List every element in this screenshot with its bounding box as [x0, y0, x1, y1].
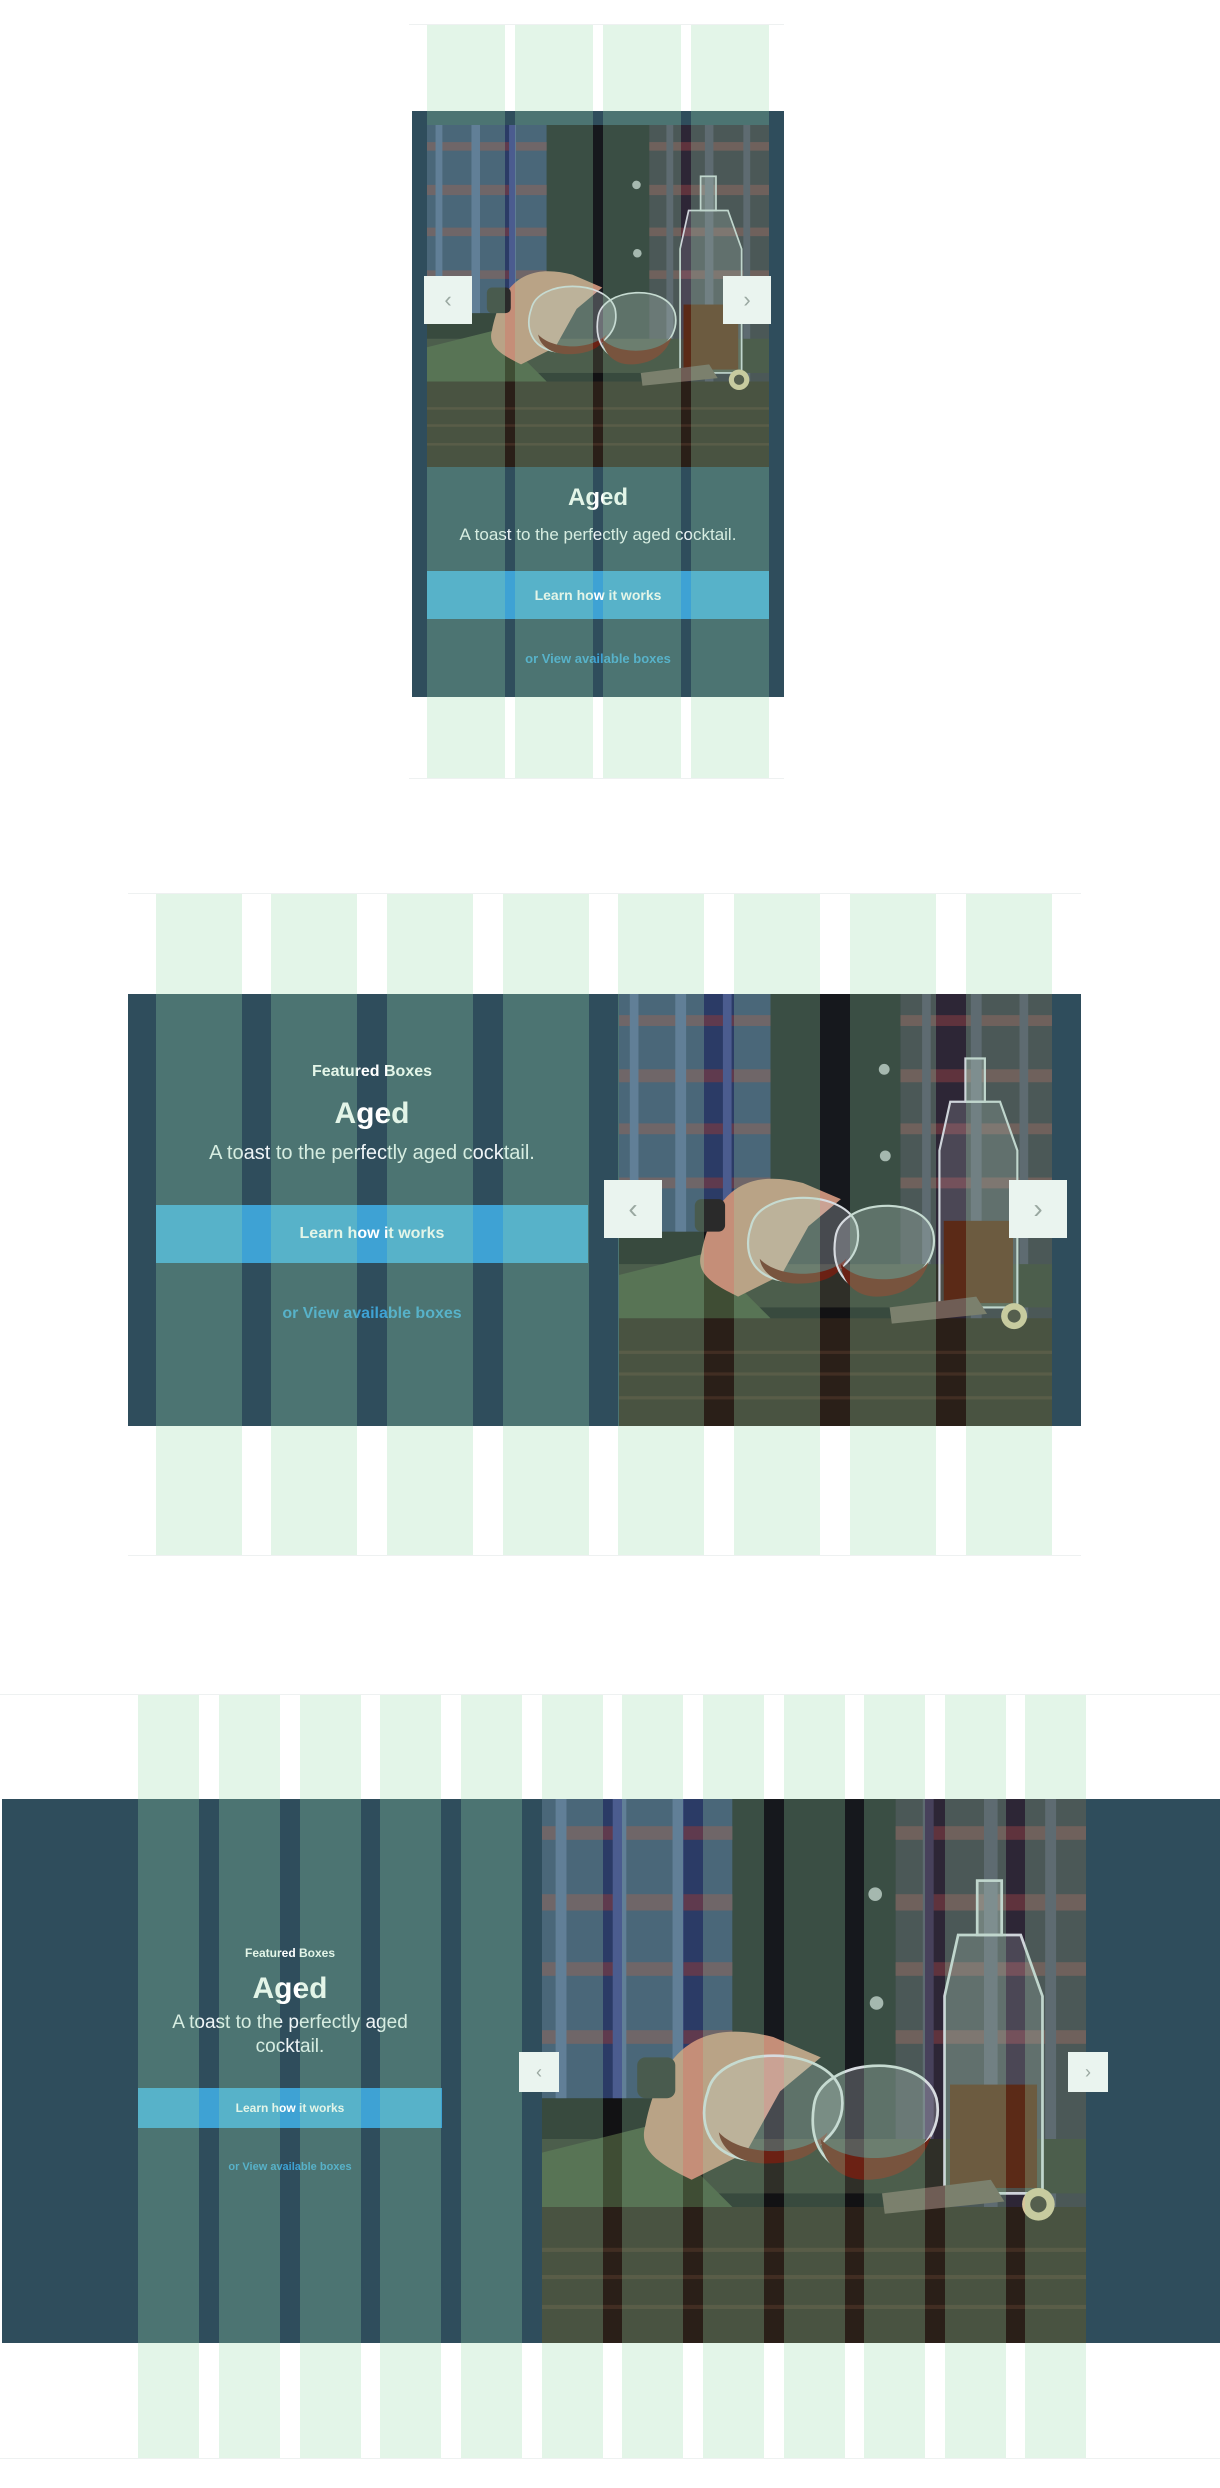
desktop-frame: Featured Boxes Aged A toast to the perfe…: [0, 1694, 1220, 2459]
subline: A toast to the perfectly aged cocktail.: [459, 525, 737, 544]
carousel-next-button[interactable]: ›: [1009, 1180, 1067, 1238]
carousel-prev-button[interactable]: ‹: [519, 2052, 559, 2092]
view-available-boxes-link[interactable]: or View available boxes: [156, 1305, 588, 1323]
mobile-copy: Aged A toast to the perfectly aged cockt…: [412, 483, 784, 547]
chevron-left-icon: ‹: [628, 1193, 638, 1224]
learn-how-it-works-button[interactable]: Learn how it works: [156, 1205, 588, 1263]
carousel-next-button[interactable]: ›: [723, 276, 771, 324]
chevron-right-icon: ›: [743, 287, 751, 312]
eyebrow: Featured Boxes: [244, 1946, 336, 1960]
subline: A toast to the perfectly aged cocktail.: [209, 1142, 535, 1164]
chevron-left-icon: ‹: [444, 287, 452, 312]
learn-how-it-works-button[interactable]: Learn how it works: [138, 2088, 442, 2128]
featured-box-card-mobile: Aged A toast to the perfectly aged cockt…: [412, 111, 784, 697]
tablet-frame: Featured Boxes Aged A toast to the perfe…: [128, 893, 1081, 1556]
tablet-copy: Featured Boxes Aged A toast to the perfe…: [156, 1062, 588, 1166]
headline: Aged: [252, 1972, 328, 2005]
view-available-boxes-link[interactable]: or View available boxes: [412, 651, 784, 666]
mobile-frame: Aged A toast to the perfectly aged cockt…: [409, 24, 784, 779]
carousel-next-button[interactable]: ›: [1068, 2052, 1108, 2092]
view-available-boxes-link[interactable]: or View available boxes: [138, 2161, 442, 2173]
desktop-copy: Featured Boxes Aged A toast to the perfe…: [138, 1945, 442, 2059]
chevron-right-icon: ›: [1085, 2061, 1091, 2082]
headline: Aged: [334, 1097, 410, 1130]
chevron-left-icon: ‹: [536, 2061, 542, 2082]
cocktail-photo: [542, 1799, 1086, 2343]
eyebrow: Featured Boxes: [311, 1063, 433, 1080]
featured-box-card-desktop: Featured Boxes Aged A toast to the perfe…: [2, 1799, 1220, 2343]
cocktail-photo: [427, 125, 769, 467]
learn-how-it-works-button[interactable]: Learn how it works: [427, 571, 769, 619]
chevron-right-icon: ›: [1033, 1193, 1043, 1224]
subline: A toast to the perfectly aged cocktail.: [172, 2012, 408, 2057]
cocktail-photo: [619, 994, 1052, 1426]
carousel-prev-button[interactable]: ‹: [604, 1180, 662, 1238]
headline: Aged: [568, 484, 628, 511]
carousel-prev-button[interactable]: ‹: [424, 276, 472, 324]
